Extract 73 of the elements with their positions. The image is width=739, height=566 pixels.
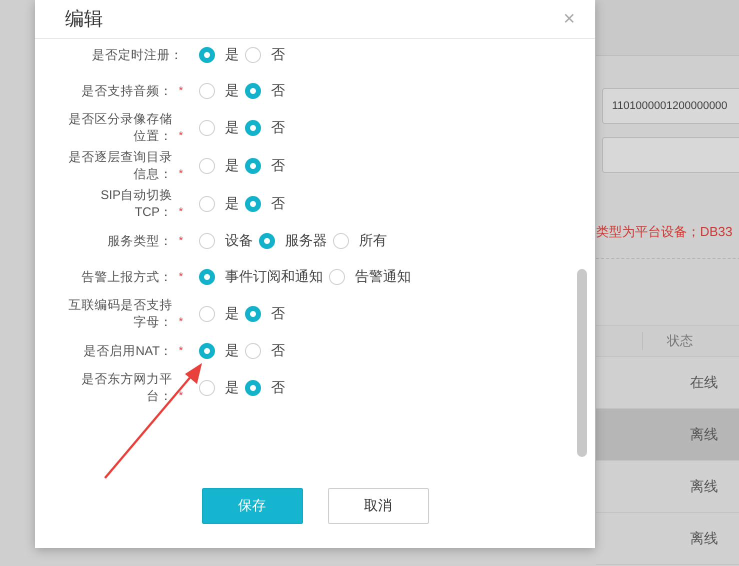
option-label[interactable]: 告警通知 <box>355 268 411 286</box>
option-label[interactable]: 否 <box>271 342 285 360</box>
radio-button[interactable] <box>199 306 215 322</box>
required-mark: * <box>178 84 183 98</box>
radio-button[interactable] <box>199 158 215 174</box>
radio-button[interactable] <box>245 306 261 322</box>
notice-text: 类型为平台设备；DB33 <box>596 223 734 241</box>
radio-button[interactable] <box>245 158 261 174</box>
option-label[interactable]: 是 <box>225 119 239 137</box>
radio-button[interactable] <box>333 233 349 249</box>
dialog-title: 编辑 <box>65 8 103 32</box>
table-row[interactable]: 离线 <box>596 409 739 461</box>
option-label[interactable]: 是 <box>225 46 239 64</box>
required-mark: * <box>178 234 183 248</box>
field-label: 是否支持音频： <box>82 82 173 100</box>
cancel-button[interactable]: 取消 <box>328 488 428 524</box>
option-label[interactable]: 否 <box>271 119 285 137</box>
radio-button[interactable] <box>259 233 275 249</box>
required-mark: * <box>178 389 183 404</box>
option-label[interactable]: 是 <box>225 195 239 213</box>
option-label[interactable]: 否 <box>271 305 285 323</box>
option-label[interactable]: 否 <box>271 157 285 175</box>
required-mark: * <box>178 205 183 220</box>
column-header: 状态 <box>642 332 693 350</box>
field-label: 互联编码是否支持字母： <box>68 297 173 331</box>
status-cell: 离线 <box>690 530 718 548</box>
status-cell: 在线 <box>690 374 718 392</box>
option-label[interactable]: 事件订阅和通知 <box>225 268 323 286</box>
option-label[interactable]: 是 <box>225 157 239 175</box>
field-label: 是否定时注册： <box>92 46 183 64</box>
radio-button[interactable] <box>199 269 215 285</box>
option-label[interactable]: 是 <box>225 82 239 100</box>
required-mark: * <box>178 167 183 182</box>
status-cell: 离线 <box>690 426 718 444</box>
option-label[interactable]: 是 <box>225 305 239 323</box>
option-label[interactable]: 服务器 <box>285 232 327 250</box>
option-label[interactable]: 是 <box>225 342 239 360</box>
field-label: 是否区分录像存储位置： <box>68 111 173 145</box>
field-label: 是否逐层查询目录信息： <box>68 149 173 183</box>
field-label: 服务类型： <box>108 232 173 250</box>
status-cell: 离线 <box>690 478 718 496</box>
radio-button[interactable] <box>199 83 215 99</box>
radio-button[interactable] <box>245 83 261 99</box>
option-label[interactable]: 设备 <box>225 232 253 250</box>
option-label[interactable]: 否 <box>271 82 285 100</box>
option-label[interactable]: 否 <box>271 46 285 64</box>
radio-button[interactable] <box>245 380 261 396</box>
radio-button[interactable] <box>199 196 215 212</box>
radio-button[interactable] <box>199 47 215 63</box>
required-mark: * <box>178 270 183 284</box>
radio-button[interactable] <box>329 269 345 285</box>
field-label: 是否东方网力平台： <box>80 371 173 405</box>
field-label: 是否启用NAT： <box>84 342 173 360</box>
field-label: SIP自动切换TCP： <box>100 187 173 221</box>
radio-button[interactable] <box>199 343 215 359</box>
radio-button[interactable] <box>245 196 261 212</box>
radio-button[interactable] <box>245 47 261 63</box>
radio-button[interactable] <box>199 380 215 396</box>
radio-button[interactable] <box>245 343 261 359</box>
radio-button[interactable] <box>245 120 261 136</box>
scrollbar-thumb[interactable] <box>577 269 587 457</box>
radio-button[interactable] <box>199 233 215 249</box>
option-label[interactable]: 否 <box>271 195 285 213</box>
required-mark: * <box>178 344 183 358</box>
code-field[interactable]: 1101000001200000000 <box>602 88 739 124</box>
option-label[interactable]: 是 <box>225 379 239 397</box>
field-label: 告警上报方式： <box>82 268 173 286</box>
input-field[interactable] <box>602 137 739 173</box>
option-label[interactable]: 所有 <box>359 232 387 250</box>
required-mark: * <box>178 129 183 144</box>
radio-button[interactable] <box>199 120 215 136</box>
required-mark: * <box>178 315 183 330</box>
option-label[interactable]: 否 <box>271 379 285 397</box>
